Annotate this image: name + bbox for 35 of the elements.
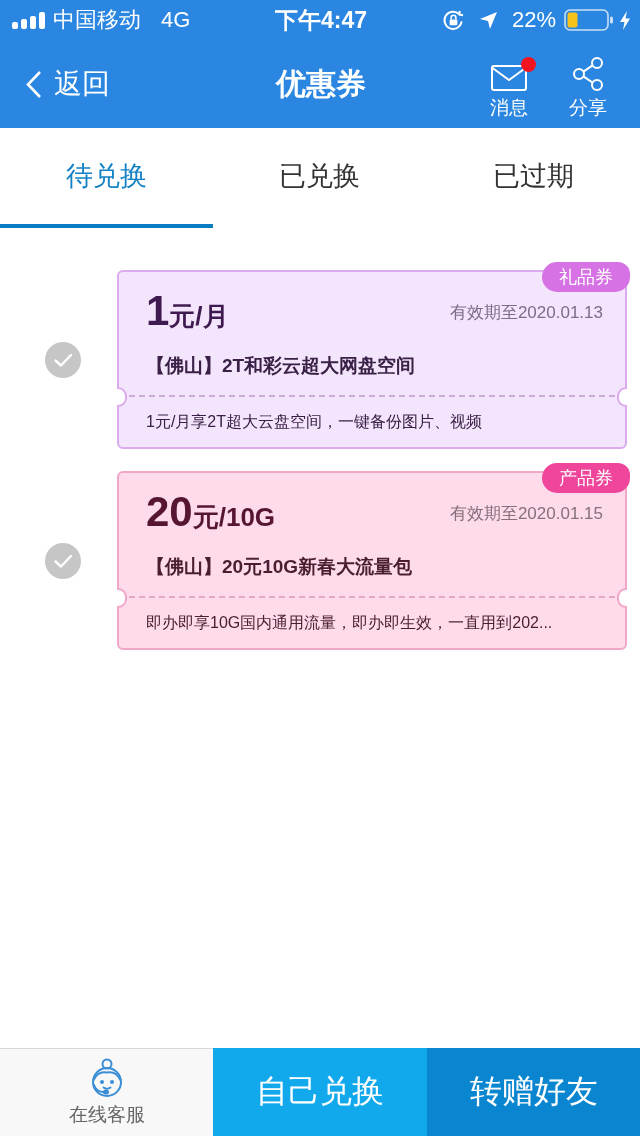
- coupon-type-tag: 产品券: [542, 463, 630, 493]
- back-button[interactable]: 返回: [25, 65, 110, 103]
- coupon-type-tag: 礼品券: [542, 262, 630, 292]
- expiry-date: 有效期至2020.01.15: [449, 503, 603, 525]
- share-button[interactable]: 分享: [560, 49, 616, 119]
- location-arrow-icon: [478, 10, 498, 30]
- ticket-notch: [117, 588, 127, 608]
- page-title: 优惠券: [275, 65, 366, 102]
- redeem-button[interactable]: 自己兑换: [213, 1048, 427, 1136]
- share-icon: [572, 57, 604, 91]
- customer-service-button[interactable]: 在线客服: [0, 1048, 213, 1136]
- battery-icon: [564, 9, 614, 31]
- expiry-date: 有效期至2020.01.13: [449, 302, 603, 324]
- ticket-notch: [617, 588, 627, 608]
- ticket-notch: [117, 387, 127, 407]
- rotation-lock-icon: [441, 8, 465, 32]
- charging-bolt-icon: [620, 10, 630, 30]
- coupon-price: 20元/10G: [146, 487, 276, 537]
- ticket-notch: [617, 387, 627, 407]
- gift-to-friend-button[interactable]: 转赠好友: [427, 1048, 640, 1136]
- coupon-title: 【佛山】20元10G新春大流量包: [146, 555, 414, 579]
- coupon-description: 1元/月享2T超大云盘空间，一键备份图片、视频: [146, 412, 482, 432]
- clock-time: 下午4:47: [274, 5, 367, 35]
- battery-percentage: 22%: [511, 7, 556, 33]
- coupon-price: 1元/月: [146, 286, 229, 336]
- network-type: 4G: [161, 7, 191, 33]
- signal-icon: [12, 11, 45, 29]
- coupon-title: 【佛山】2T和彩云超大网盘空间: [146, 354, 417, 378]
- select-checkbox[interactable]: [45, 542, 81, 579]
- chevron-left-icon: [25, 69, 42, 99]
- select-checkbox[interactable]: [45, 341, 81, 378]
- coupon-description: 即办即享10G国内通用流量，即办即生效，一直用到202...: [146, 613, 553, 633]
- carrier-name: 中国移动: [53, 6, 141, 34]
- mail-icon: [491, 65, 527, 91]
- messages-button[interactable]: 消息: [481, 57, 537, 119]
